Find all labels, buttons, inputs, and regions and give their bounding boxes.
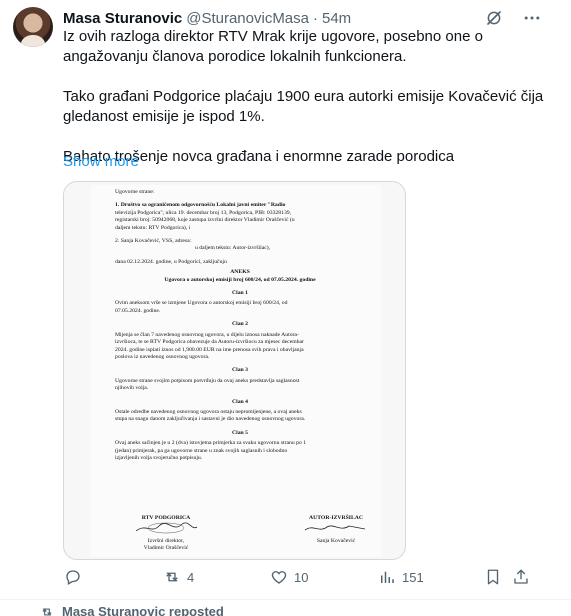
doc-line: registarski broj: 50942068, koje zastupa…	[115, 217, 295, 224]
tweet-text: Iz ovih razloga direktor RTV Mrak krije …	[63, 27, 558, 167]
share-icon	[514, 569, 528, 584]
doc-line: Ovaj aneks sačinjen je u 2 (dva) istovje…	[115, 440, 307, 447]
contract-document: Ugovorne strane: 1. Društvo sa ograničen…	[91, 185, 381, 557]
repost-icon	[166, 572, 178, 582]
signature-block: RTV PODGORICA Izvršni direktor, Vladimir…	[131, 515, 371, 553]
doc-line: televizija Podgorica", ulica 19. decemba…	[115, 209, 292, 216]
doc-line: (jedan) primjerak, pa ga ugovorne strane…	[115, 447, 288, 454]
sig-right-name: Sanja Kovačević	[316, 537, 356, 544]
author-name[interactable]: Masa Sturanovic	[63, 10, 182, 27]
article-heading: Član 1	[232, 290, 248, 297]
article-heading: Član 2	[232, 321, 248, 328]
doc-line: daljem tekstu: RTV Podgorica), i	[115, 224, 191, 231]
doc-line: 07.05.2024. godine.	[115, 307, 161, 314]
tweet-time[interactable]: 54m	[322, 10, 351, 27]
doc-line: njihovih volja.	[115, 385, 149, 392]
doc-line: 2. Sanja Kovačević, VSS, adresa:	[115, 238, 192, 245]
tweet-header: Masa Sturanovic @SturanovicMasa · 54m	[63, 8, 351, 28]
doc-line: dana 02.12.2024. godine, u Podgorici, za…	[115, 258, 227, 265]
views-count: 151	[402, 569, 424, 585]
article-heading: Član 5	[232, 429, 248, 436]
doc-line: Mijenja se član 7 navedenog osnovnog ugo…	[115, 331, 299, 338]
article-heading: Član 3	[232, 367, 248, 374]
doc-line: 1. Društvo sa ograničenom odgovornošću L…	[115, 202, 286, 209]
bookmark-icon	[487, 569, 499, 585]
more-options-icon[interactable]	[522, 8, 542, 28]
tweet-media-image[interactable]: Ugovorne strane: 1. Društvo sa ograničen…	[63, 181, 406, 560]
repost-button[interactable]: 4	[163, 568, 194, 586]
repost-icon	[42, 608, 52, 615]
doc-line: 2024. godine isplati iznos od 1,900.00 E…	[115, 346, 304, 353]
signature-scribble	[304, 525, 366, 531]
reply-icon	[66, 570, 80, 585]
show-more-link[interactable]: Show more	[63, 153, 139, 170]
signature-left: RTV PODGORICA Izvršni direktor, Vladimir…	[131, 515, 201, 553]
doc-line: Ugovorne strane svojim potpisom potvrđuj…	[115, 377, 300, 384]
separator-dot: ·	[313, 9, 318, 27]
grok-icon[interactable]	[485, 9, 503, 27]
repost-count: 4	[187, 569, 195, 585]
like-button[interactable]: 10	[270, 568, 308, 586]
doc-line: izvršioca, te se RTV Podgorica obavezuje…	[115, 339, 304, 346]
doc-line: stupa na snagu danom zaključivanja i sas…	[115, 416, 306, 423]
signature-scribble	[135, 522, 198, 534]
author-handle[interactable]: @SturanovicMasa	[186, 10, 309, 27]
sig-left-role: Izvršni direktor,	[147, 537, 185, 544]
heart-icon	[271, 571, 287, 584]
doc-line: Ovim aneksom vrše se izmjene Ugovora o a…	[115, 300, 288, 307]
article-heading: Član 4	[232, 398, 248, 405]
reply-button[interactable]	[64, 568, 88, 586]
tweet-paragraph: Iz ovih razloga direktor RTV Mrak krije …	[63, 28, 483, 65]
doc-line: u daljem tekstu: Autor-izvršilac),	[195, 245, 271, 252]
tweet-paragraph: Tako građani Podgorice plaćaju 1900 eura…	[63, 88, 544, 125]
doc-title: ANEKS	[230, 269, 250, 276]
sig-right-title: AUTOR-IZVRŠILAC	[309, 515, 363, 521]
doc-line: izjavljenih volja svojeručno potpisuju.	[115, 454, 203, 461]
author-avatar[interactable]	[13, 7, 53, 47]
doc-line: poslova iz navedenog osnovnog ugovora.	[115, 353, 210, 360]
doc-line: Ugovorne strane:	[115, 189, 155, 195]
sig-left-name: Vladimir Oraščević	[143, 545, 189, 552]
tweet-actions: 4 10 151	[56, 566, 536, 592]
doc-subtitle: Ugovora o autorskoj emisiji broj 600/24,…	[164, 276, 316, 283]
doc-line: Ostale odredbe navedenog osnovnog ugovor…	[115, 408, 302, 415]
signature-right: AUTOR-IZVRŠILAC Sanja Kovačević	[301, 515, 371, 553]
share-button[interactable]	[512, 568, 530, 586]
tweet[interactable]: Masa Sturanovic @SturanovicMasa · 54m Iz…	[0, 0, 571, 600]
like-count: 10	[294, 569, 309, 585]
views-button[interactable]: 151	[378, 568, 424, 586]
reposted-label: Masa Sturanovic reposted	[62, 604, 224, 616]
views-icon	[381, 571, 394, 583]
sig-left-title: RTV PODGORICA	[141, 515, 191, 521]
bookmark-button[interactable]	[484, 568, 502, 586]
reposted-indicator[interactable]: Masa Sturanovic reposted	[40, 604, 224, 616]
